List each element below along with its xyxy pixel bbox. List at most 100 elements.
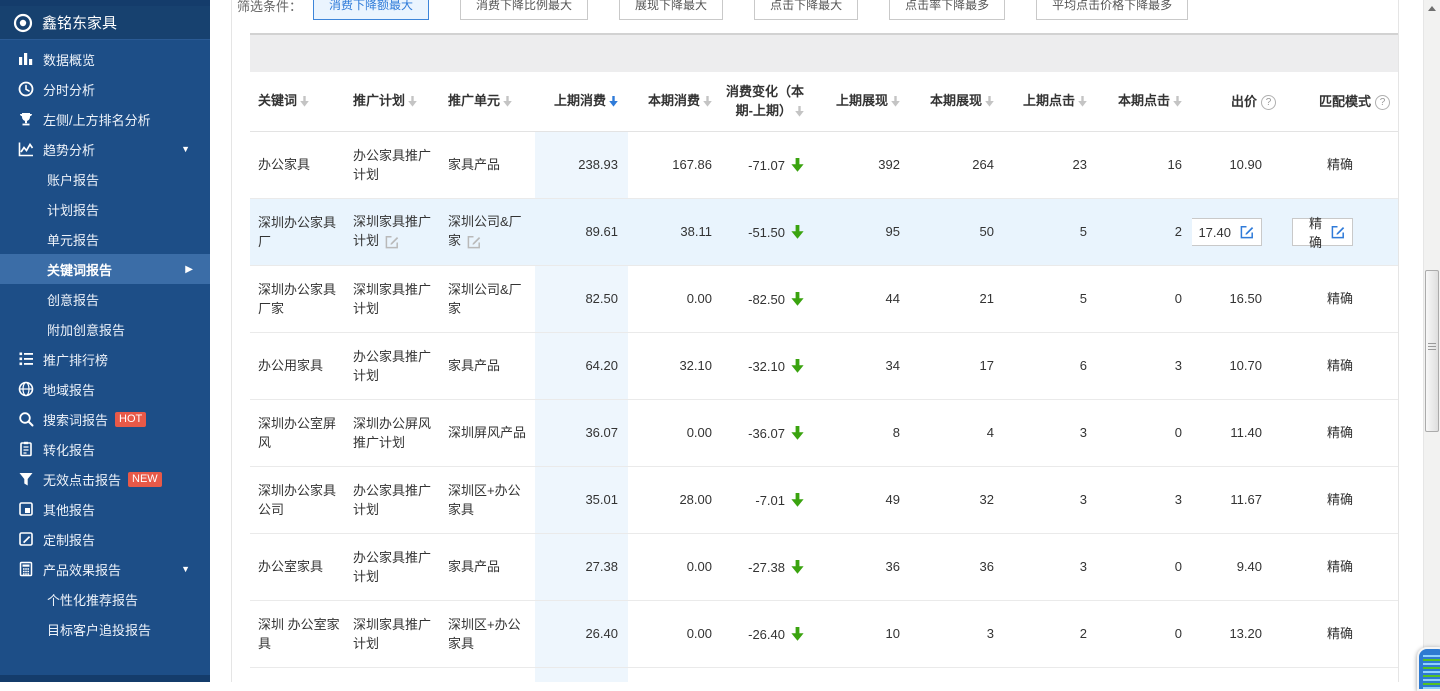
cell-change (718, 668, 812, 682)
sidebar-item-6[interactable]: 单元报告 (0, 224, 210, 254)
editable-match[interactable]: 精确 (1292, 218, 1353, 246)
sidebar-item-17[interactable]: 产品效果报告▼ (0, 554, 210, 584)
filter-button-5[interactable]: 平均点击价格下降最多 (1036, 0, 1188, 20)
col-header-4[interactable]: 本期消费 (628, 72, 718, 131)
cell-prev_cost: 27.38 (535, 534, 628, 600)
chevron-down-icon[interactable]: ▼ (181, 564, 190, 574)
sidebar-menu: 数据概览分时分析左侧/上方排名分析趋势分析▼账户报告计划报告单元报告关键词报告 ▶… (0, 44, 210, 644)
decrease-arrow-icon (791, 426, 804, 441)
col-header-11[interactable]: 匹配模式? (1292, 72, 1398, 131)
squares-icon (17, 501, 34, 517)
col-header-1[interactable]: 推广计划 (345, 72, 440, 131)
sidebar-item-14[interactable]: 无效点击报告NEW (0, 464, 210, 494)
cell-keyword: 办公家具 (250, 132, 345, 198)
filter-button-4[interactable]: 点击率下降最多 (889, 0, 1005, 20)
sidebar-item-18[interactable]: 个性化推荐报告 (0, 584, 210, 614)
sidebar-item-label: 其他报告 (43, 500, 95, 519)
pencil-icon (17, 531, 34, 547)
cell-keyword: 深圳 办公室家具 (250, 601, 345, 667)
cell-change: -51.50 (718, 199, 812, 265)
filter-button-3[interactable]: 点击下降最大 (754, 0, 858, 20)
sidebar-item-16[interactable]: 定制报告 (0, 524, 210, 554)
sidebar-item-label: 地域报告 (43, 380, 95, 399)
cell-cur_cost: 28.00 (628, 467, 718, 533)
sidebar-item-1[interactable]: 分时分析 (0, 74, 210, 104)
sidebar-item-3[interactable]: 趋势分析▼ (0, 134, 210, 164)
cell-bid: 13.20 (1192, 601, 1292, 667)
sidebar-item-2[interactable]: 左侧/上方排名分析 (0, 104, 210, 134)
cell-plan: 办公家具推广计划 (345, 132, 440, 198)
table-row[interactable]: 办公家具办公家具推广计划家具产品238.93167.86-71.07392264… (250, 132, 1398, 199)
filter-button-2[interactable]: 展现下降最大 (619, 0, 723, 20)
help-icon[interactable]: ? (1261, 95, 1276, 110)
editable-bid[interactable]: 17.40 (1192, 218, 1262, 246)
scrollbar-up-arrow-icon[interactable] (1428, 6, 1436, 11)
sidebar-item-5[interactable]: 计划报告 (0, 194, 210, 224)
decrease-arrow-icon (791, 292, 804, 307)
table-row[interactable]: 办公用家具办公家具推广计划家具产品64.2032.10-32.103417631… (250, 333, 1398, 400)
table-row[interactable]: 深圳办公家具公司办公家具推广计划深圳区+办公家具35.0128.00-7.014… (250, 467, 1398, 534)
sidebar-item-11[interactable]: 地域报告 (0, 374, 210, 404)
table-row[interactable]: 深圳办公家具厂家深圳家具推广计划深圳公司&厂家82.500.00-82.5044… (250, 266, 1398, 333)
cell-cur_clk: 3 (1097, 333, 1192, 399)
cell-keyword: 深圳办公家具厂家 (250, 266, 345, 332)
cell-prev_imp: 44 (812, 266, 908, 332)
sidebar-item-10[interactable]: 推广排行榜 (0, 344, 210, 374)
help-icon[interactable]: ? (1375, 95, 1390, 110)
sidebar-item-label: 关键词报告 (47, 260, 112, 279)
col-header-0[interactable]: 关键词 (250, 72, 345, 131)
chevron-right-icon[interactable]: ▶ (185, 264, 193, 275)
table-row[interactable]: 深圳办公家具厂深圳家具推广计划深圳公司&厂家89.6138.11-51.5095… (250, 199, 1398, 266)
floating-widget-button[interactable] (1417, 647, 1440, 691)
cell-unit: 深圳公司&厂家 (440, 266, 535, 332)
clock-icon (17, 81, 34, 97)
sidebar-item-9[interactable]: 附加创意报告 (0, 314, 210, 344)
cell-plan (345, 668, 440, 682)
badge-hot: HOT (115, 412, 146, 427)
table-row[interactable]: 深圳 办公室家具深圳家具推广计划深圳区+办公家具26.400.00-26.401… (250, 601, 1398, 668)
chevron-down-icon[interactable]: ▼ (181, 144, 190, 154)
col-header-5[interactable]: 消费变化（本期-上期） (718, 72, 812, 131)
sidebar-item-15[interactable]: 其他报告 (0, 494, 210, 524)
search-icon (17, 411, 34, 427)
col-header-9[interactable]: 本期点击 (1097, 72, 1192, 131)
sidebar-item-4[interactable]: 账户报告 (0, 164, 210, 194)
table-row[interactable]: 办公室家具办公家具推广计划家具产品27.380.00-27.383636309.… (250, 534, 1398, 601)
table-row[interactable]: 深圳办公室屏风深圳办公屏风推广计划深圳屏风产品36.070.00-36.0784… (250, 400, 1398, 467)
sort-arrow-icon (985, 92, 994, 112)
filter-button-1[interactable]: 消费下降比例最大 (460, 0, 588, 20)
vertical-scrollbar[interactable] (1423, 0, 1440, 682)
sidebar-item-0[interactable]: 数据概览 (0, 44, 210, 74)
edit-icon[interactable] (1240, 225, 1254, 240)
col-header-3[interactable]: 上期消费 (535, 72, 628, 131)
cell-plan: 深圳家具推广计划 (345, 601, 440, 667)
widget-stripes-icon (1423, 655, 1440, 689)
cell-bid: 9.40 (1192, 534, 1292, 600)
col-header-10[interactable]: 出价? (1192, 72, 1292, 131)
sidebar-item-8[interactable]: 创意报告 (0, 284, 210, 314)
table-row-partial (250, 668, 1398, 682)
cell-prev_clk: 2 (1002, 601, 1097, 667)
edit-icon[interactable] (385, 233, 399, 253)
edit-icon[interactable] (1331, 225, 1345, 240)
cell-cur_cost: 0.00 (628, 601, 718, 667)
filter-button-0[interactable]: 消费下降额最大 (313, 0, 429, 20)
col-header-6[interactable]: 上期展现 (812, 72, 908, 131)
col-header-8[interactable]: 上期点击 (1002, 72, 1097, 131)
account-logo-row[interactable]: 鑫铭东家具 (0, 6, 210, 40)
decrease-arrow-icon (791, 493, 804, 508)
sidebar-item-13[interactable]: 转化报告 (0, 434, 210, 464)
sidebar-item-7[interactable]: 关键词报告 ▶ (0, 254, 210, 284)
col-header-7[interactable]: 本期展现 (908, 72, 1002, 131)
sidebar-item-19[interactable]: 目标客户追投报告 (0, 614, 210, 644)
col-header-2[interactable]: 推广单元 (440, 72, 535, 131)
col-header-label: 推广计划 (353, 91, 417, 112)
scrollbar-thumb[interactable] (1425, 270, 1439, 432)
edit-icon[interactable] (467, 233, 481, 253)
sidebar-item-12[interactable]: 搜索词报告 HOT (0, 404, 210, 434)
col-header-label: 上期点击 (1023, 91, 1087, 112)
table-toolbar-band (250, 35, 1398, 72)
funnel-icon (17, 471, 34, 487)
sidebar-item-label: 搜索词报告 (43, 410, 108, 429)
cell-change: -36.07 (718, 400, 812, 466)
